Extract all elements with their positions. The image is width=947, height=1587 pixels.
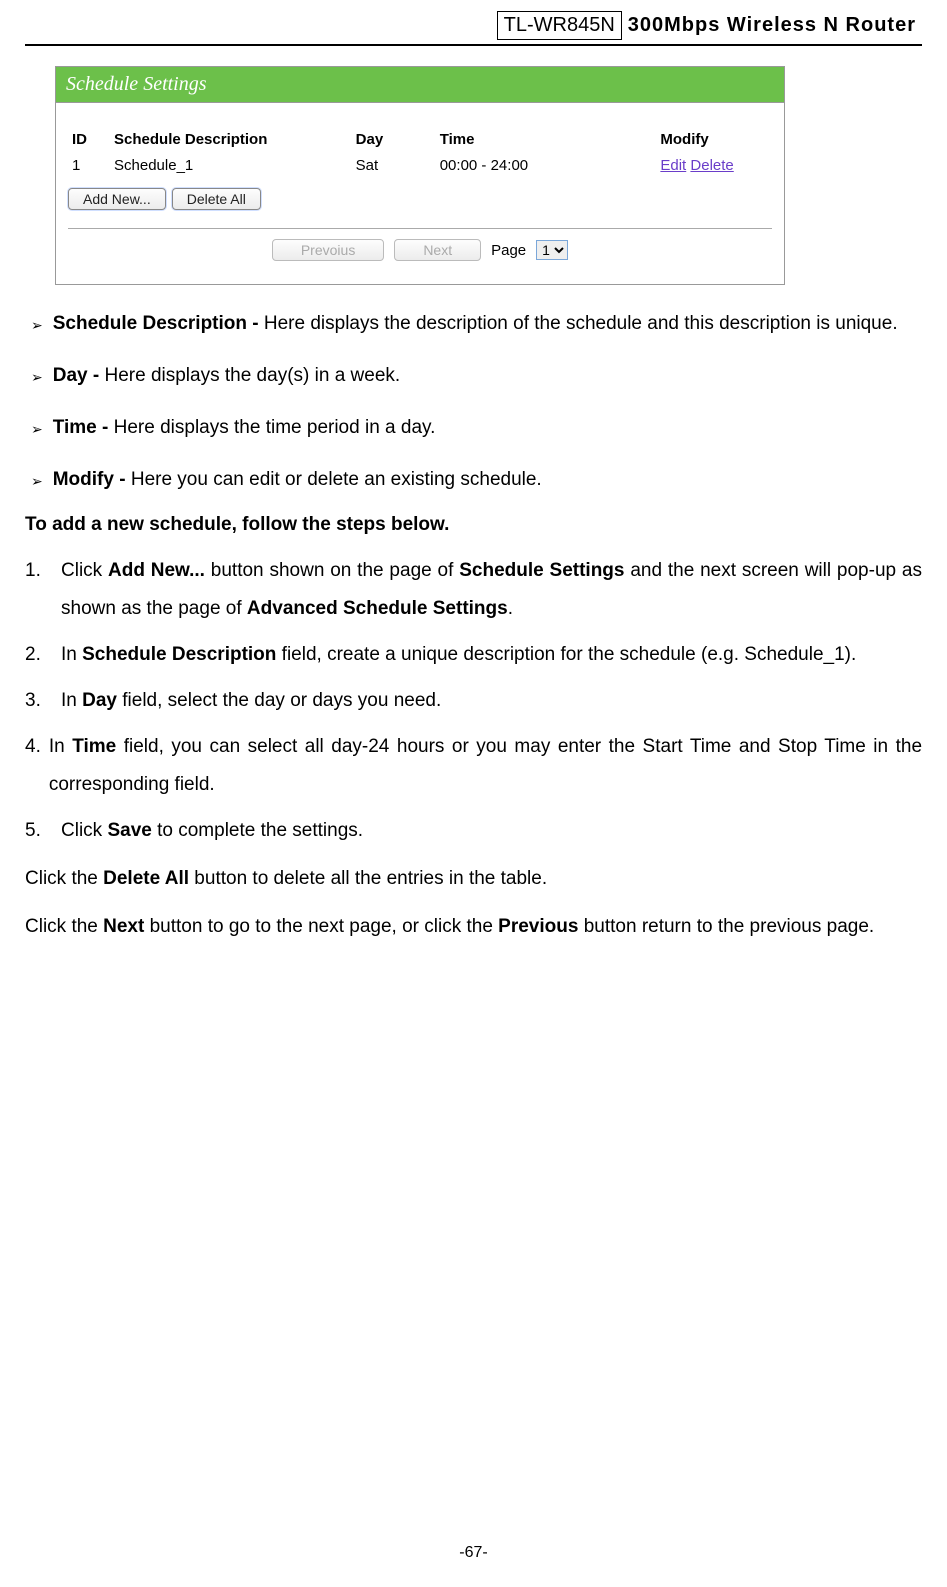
col-id: ID (68, 128, 110, 151)
cell-modify: Edit Delete (656, 151, 772, 180)
list-item: ➢ Schedule Description - Here displays t… (25, 305, 922, 343)
edit-link[interactable]: Edit (660, 157, 686, 174)
bullet-text: Time - Here displays the time period in … (53, 409, 922, 447)
step-text: In Time field, you can select all day-24… (49, 728, 922, 804)
list-item: ➢ Day - Here displays the day(s) in a we… (25, 357, 922, 395)
step-text: In Schedule Description field, create a … (61, 636, 922, 674)
cell-time: 00:00 - 24:00 (436, 151, 657, 180)
add-new-button[interactable]: Add New... (68, 188, 166, 210)
list-item: 4. In Time field, you can select all day… (25, 728, 922, 804)
bullet-icon: ➢ (31, 467, 43, 495)
product-name: 300Mbps Wireless N Router (622, 10, 922, 41)
paragraph: Click the Delete All button to delete al… (25, 860, 922, 898)
col-modify: Modify (656, 128, 772, 151)
page-label: Page (491, 242, 526, 259)
list-item: 5. Click Save to complete the settings. (25, 812, 922, 850)
bullet-list: ➢ Schedule Description - Here displays t… (25, 305, 922, 499)
paragraph: Click the Next button to go to the next … (25, 908, 922, 946)
cell-day: Sat (352, 151, 436, 180)
bullet-icon: ➢ (31, 415, 43, 443)
step-number: 4. (25, 728, 41, 804)
step-number: 5. (25, 812, 53, 850)
delete-link[interactable]: Delete (690, 157, 733, 174)
col-description: Schedule Description (110, 128, 352, 151)
step-text: Click Add New... button shown on the pag… (61, 552, 922, 628)
panel-body: ID Schedule Description Day Time Modify … (56, 103, 784, 284)
table-header-row: ID Schedule Description Day Time Modify (68, 128, 772, 151)
bullet-text: Schedule Description - Here displays the… (53, 305, 922, 343)
table-row: 1 Schedule_1 Sat 00:00 - 24:00 Edit Dele… (68, 151, 772, 180)
delete-all-button[interactable]: Delete All (172, 188, 261, 210)
model-label: TL-WR845N (497, 11, 622, 40)
list-item: ➢ Time - Here displays the time period i… (25, 409, 922, 447)
page-number: -67- (0, 1544, 947, 1562)
bullet-icon: ➢ (31, 311, 43, 339)
step-number: 2. (25, 636, 53, 674)
schedule-table: ID Schedule Description Day Time Modify … (68, 128, 772, 180)
bullet-icon: ➢ (31, 363, 43, 391)
schedule-settings-screenshot: Schedule Settings ID Schedule Descriptio… (55, 66, 785, 285)
section-heading: To add a new schedule, follow the steps … (25, 514, 922, 536)
action-buttons: Add New... Delete All (68, 188, 772, 210)
previous-button[interactable]: Prevoius (272, 239, 384, 261)
list-item: 2. In Schedule Description field, create… (25, 636, 922, 674)
list-item: ➢ Modify - Here you can edit or delete a… (25, 461, 922, 499)
step-text: In Day field, select the day or days you… (61, 682, 922, 720)
divider (68, 228, 772, 229)
list-item: 3. In Day field, select the day or days … (25, 682, 922, 720)
step-text: Click Save to complete the settings. (61, 812, 922, 850)
cell-id: 1 (68, 151, 110, 180)
step-number: 1. (25, 552, 53, 628)
numbered-list: 1. Click Add New... button shown on the … (25, 552, 922, 850)
cell-desc: Schedule_1 (110, 151, 352, 180)
list-item: 1. Click Add New... button shown on the … (25, 552, 922, 628)
bullet-text: Day - Here displays the day(s) in a week… (53, 357, 922, 395)
panel-title: Schedule Settings (56, 67, 784, 103)
next-button[interactable]: Next (394, 239, 481, 261)
col-day: Day (352, 128, 436, 151)
pager: Prevoius Next Page 1 (68, 239, 772, 269)
page-header: TL-WR845N 300Mbps Wireless N Router (25, 0, 922, 46)
step-number: 3. (25, 682, 53, 720)
bullet-text: Modify - Here you can edit or delete an … (53, 461, 922, 499)
col-time: Time (436, 128, 657, 151)
page-select[interactable]: 1 (536, 240, 568, 260)
